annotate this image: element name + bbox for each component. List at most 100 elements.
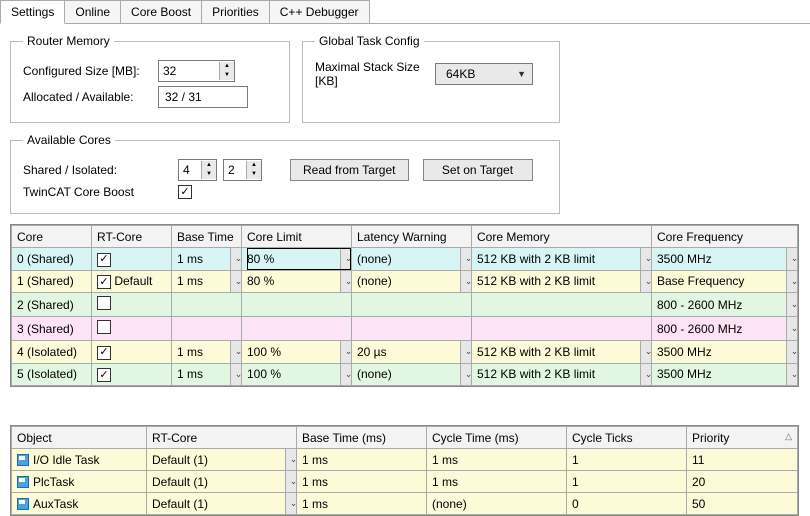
col-cycleticks[interactable]: Cycle Ticks <box>567 427 687 449</box>
col-task-rtcore[interactable]: RT-Core <box>147 427 297 449</box>
task-row[interactable]: AuxTaskDefault (1)⌄1 ms(none)050 <box>12 493 798 515</box>
col-latency[interactable]: Latency Warning <box>352 226 472 248</box>
rtcore-checkbox[interactable]: ✓ <box>97 253 111 267</box>
chevron-down-icon: ⌄ <box>230 363 242 386</box>
core-id: 4 (Isolated) <box>17 345 77 359</box>
core-row[interactable]: 1 (Shared)✓ Default1 ms⌄80 %⌄(none)⌄512 … <box>12 270 798 293</box>
tab-online[interactable]: Online <box>64 0 121 23</box>
cell-dropdown[interactable]: 512 KB with 2 KB limit⌄ <box>477 341 651 363</box>
col-core[interactable]: Core <box>12 226 92 248</box>
cell-value: (none) <box>357 274 392 288</box>
col-rtcore[interactable]: RT-Core <box>92 226 172 248</box>
core-row[interactable]: 3 (Shared) 800 - 2600 MHz⌄ <box>12 317 798 341</box>
tab-priorities[interactable]: Priorities <box>201 0 270 23</box>
configured-size-spinner[interactable]: ▲▼ <box>158 60 235 82</box>
chevron-down-icon: ⌄ <box>786 341 798 364</box>
cell-value: 20 µs <box>357 345 387 359</box>
col-memory[interactable]: Core Memory <box>472 226 652 248</box>
cell-dropdown[interactable]: 1 ms⌄ <box>177 271 241 293</box>
cell-dropdown[interactable]: 80 %⌄ <box>247 271 351 293</box>
allocated-label: Allocated / Available: <box>23 90 158 104</box>
core-boost-checkbox[interactable]: ✓ <box>178 185 192 199</box>
cell-dropdown[interactable]: 512 KB with 2 KB limit⌄ <box>477 271 651 293</box>
configured-size-label: Configured Size [MB]: <box>23 64 158 78</box>
spinner-down-icon[interactable]: ▼ <box>220 71 234 80</box>
isolated-spinner[interactable]: ▲▼ <box>223 159 262 181</box>
core-id: 3 (Shared) <box>17 322 74 336</box>
tab-settings[interactable]: Settings <box>0 0 65 24</box>
task-row[interactable]: I/O Idle TaskDefault (1)⌄1 ms1 ms111 <box>12 449 798 471</box>
cell-dropdown[interactable]: 20 µs⌄ <box>357 341 471 363</box>
core-id: 1 (Shared) <box>17 274 74 288</box>
cell-dropdown[interactable]: Base Frequency⌄ <box>657 271 797 293</box>
configured-size-input[interactable] <box>159 62 219 80</box>
spinner-up-icon[interactable]: ▲ <box>247 161 261 170</box>
core-row[interactable]: 4 (Isolated)✓ 1 ms⌄100 %⌄20 µs⌄512 KB wi… <box>12 341 798 364</box>
cell-dropdown[interactable]: 80 %⌄ <box>247 248 351 270</box>
task-cycleticks: 0 <box>572 497 579 511</box>
cell-value: 100 % <box>247 367 281 381</box>
rtcore-dropdown[interactable]: Default (1)⌄ <box>152 471 296 492</box>
chevron-down-icon: ⌄ <box>460 363 472 386</box>
col-object[interactable]: Object <box>12 427 147 449</box>
cell-dropdown[interactable]: 3500 MHz⌄ <box>657 248 797 270</box>
cell-dropdown[interactable]: 100 %⌄ <box>247 341 351 363</box>
chevron-down-icon: ⌄ <box>285 449 297 471</box>
spinner-down-icon[interactable]: ▼ <box>202 170 216 179</box>
read-from-target-button[interactable]: Read from Target <box>290 159 409 181</box>
cell-dropdown[interactable]: 3500 MHz⌄ <box>657 364 797 386</box>
spinner-down-icon[interactable]: ▼ <box>247 170 261 179</box>
spinner-up-icon[interactable]: ▲ <box>220 62 234 71</box>
cell-dropdown[interactable]: (none)⌄ <box>357 271 471 293</box>
rtcore-checkbox[interactable] <box>97 296 111 310</box>
cell-dropdown[interactable]: 800 - 2600 MHz⌄ <box>657 317 797 340</box>
col-basetime[interactable]: Base Time <box>172 226 242 248</box>
cell-dropdown[interactable]: 512 KB with 2 KB limit⌄ <box>477 364 651 386</box>
rtcore-text: Default <box>114 274 152 288</box>
cell-dropdown[interactable]: 1 ms⌄ <box>177 364 241 386</box>
cell-value: 1 ms <box>177 252 203 266</box>
core-id: 0 (Shared) <box>17 252 74 266</box>
col-task-basetime[interactable]: Base Time (ms) <box>297 427 427 449</box>
isolated-input[interactable] <box>224 161 246 179</box>
shared-spinner[interactable]: ▲▼ <box>178 159 217 181</box>
chevron-down-icon: ⌄ <box>640 248 652 271</box>
cell-value: (none) <box>357 252 392 266</box>
rtcore-dropdown[interactable]: Default (1)⌄ <box>152 449 296 470</box>
set-on-target-button[interactable]: Set on Target <box>423 159 533 181</box>
cell-dropdown[interactable]: (none) ⌄ <box>357 364 471 386</box>
task-grid: Object RT-Core Base Time (ms) Cycle Time… <box>10 425 799 516</box>
col-cycletime[interactable]: Cycle Time (ms) <box>427 427 567 449</box>
cell-dropdown[interactable]: 3500 MHz⌄ <box>657 341 797 363</box>
rtcore-checkbox[interactable]: ✓ <box>97 275 111 289</box>
spinner-up-icon[interactable]: ▲ <box>202 161 216 170</box>
col-corelimit[interactable]: Core Limit <box>242 226 352 248</box>
task-icon <box>17 454 29 466</box>
chevron-down-icon: ⌄ <box>230 270 242 293</box>
col-priority[interactable]: Priority△ <box>687 427 798 449</box>
cell-value: Default (1) <box>152 475 208 489</box>
core-row[interactable]: 2 (Shared) 800 - 2600 MHz⌄ <box>12 293 798 317</box>
core-row[interactable]: 0 (Shared)✓ 1 ms⌄80 %⌄(none)⌄512 KB with… <box>12 248 798 271</box>
tab-core-boost[interactable]: Core Boost <box>120 0 202 23</box>
cell-value: Default (1) <box>152 497 208 511</box>
cell-dropdown[interactable]: 1 ms⌄ <box>177 248 241 270</box>
col-frequency[interactable]: Core Frequency <box>652 226 798 248</box>
core-row[interactable]: 5 (Isolated)✓ 1 ms⌄100 %⌄(none)⌄512 KB w… <box>12 363 798 386</box>
rtcore-checkbox[interactable]: ✓ <box>97 346 111 360</box>
cell-dropdown[interactable]: 100 %⌄ <box>247 364 351 386</box>
task-row[interactable]: PlcTaskDefault (1)⌄1 ms1 ms120 <box>12 471 798 493</box>
stack-size-select[interactable]: 64KB ▼ <box>435 63 533 85</box>
cell-dropdown[interactable]: 512 KB with 2 KB limit⌄ <box>477 248 651 270</box>
shared-input[interactable] <box>179 161 201 179</box>
cell-dropdown[interactable]: 1 ms⌄ <box>177 341 241 363</box>
cell-dropdown[interactable]: 800 - 2600 MHz⌄ <box>657 293 797 316</box>
cell-value: (none) <box>357 367 392 381</box>
chevron-down-icon: ⌄ <box>640 363 652 386</box>
cell-dropdown[interactable]: (none)⌄ <box>357 248 471 270</box>
cell-value: 1 ms <box>177 345 203 359</box>
rtcore-checkbox[interactable] <box>97 320 111 334</box>
tab-cpp-debugger[interactable]: C++ Debugger <box>269 0 370 23</box>
rtcore-dropdown[interactable]: Default (1)⌄ <box>152 493 296 514</box>
rtcore-checkbox[interactable]: ✓ <box>97 368 111 382</box>
